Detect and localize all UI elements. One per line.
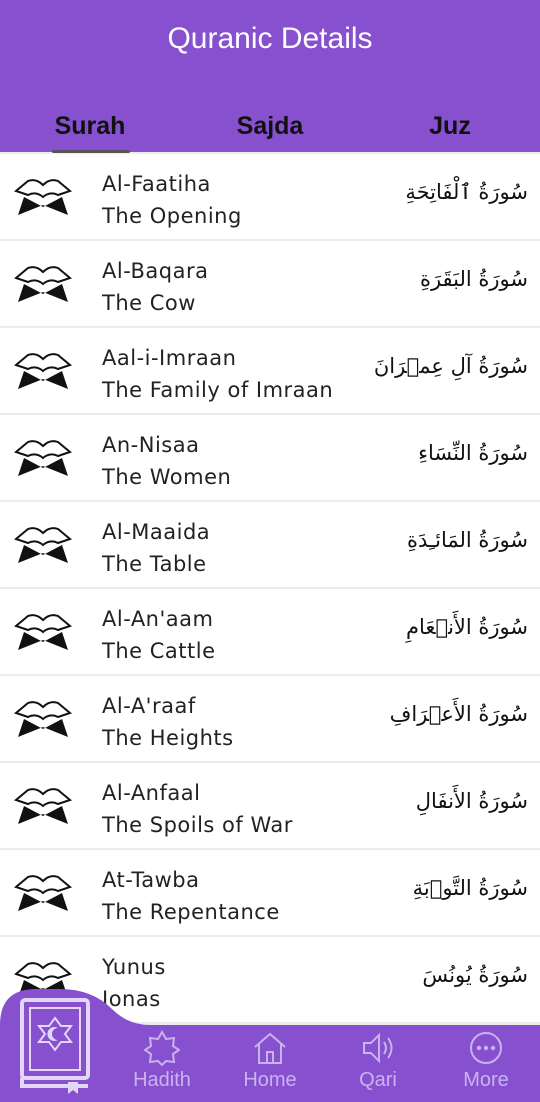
surah-meaning: The Table bbox=[102, 552, 207, 576]
list-item[interactable]: Aal-i-Imraan The Family of Imraan سُورَة… bbox=[0, 328, 540, 413]
surah-meaning: The Women bbox=[102, 465, 232, 489]
list-item[interactable]: Al-Faatiha The Opening سُورَةُ ٱلْفَاتِح… bbox=[0, 154, 540, 239]
open-book-icon bbox=[14, 701, 72, 737]
surah-arabic-name: سُورَةُ الأَنفَالِ bbox=[415, 789, 528, 813]
list-item[interactable]: Al-Baqara The Cow سُورَةُ البَقَرَةِ bbox=[0, 241, 540, 326]
surah-meaning: The Cattle bbox=[102, 639, 216, 663]
tab-bar: Surah Sajda Juz bbox=[0, 112, 540, 153]
surah-arabic-name: سُورَةُ آلِ عِمۡرَانَ bbox=[373, 354, 528, 378]
tab-juz[interactable]: Juz bbox=[360, 112, 540, 141]
surah-arabic-name: سُورَةُ الأَعۡرَافِ bbox=[389, 702, 528, 726]
surah-arabic-name: سُورَةُ التَّوۡبَةِ bbox=[412, 876, 528, 900]
surah-name: At-Tawba bbox=[102, 868, 200, 892]
open-book-icon bbox=[14, 527, 72, 563]
tab-surah[interactable]: Surah bbox=[0, 112, 180, 141]
active-tab-indicator bbox=[52, 150, 130, 153]
nav-label-hadith: Hadith bbox=[133, 1069, 191, 1091]
nav-qari[interactable]: Qari bbox=[328, 1030, 428, 1092]
surah-name: Al-Faatiha bbox=[102, 172, 211, 196]
surah-name: Al-A'raaf bbox=[102, 694, 196, 718]
surah-name: An-Nisaa bbox=[102, 433, 200, 457]
list-item[interactable]: Al-Maaida The Table سُورَةُ المَائـِدَةِ bbox=[0, 502, 540, 587]
surah-arabic-name: سُورَةُ ٱلْفَاتِحَةِ bbox=[405, 180, 528, 204]
surah-name: Al-Baqara bbox=[102, 259, 209, 283]
nav-label-more: More bbox=[463, 1069, 509, 1091]
surah-meaning: The Cow bbox=[102, 291, 196, 315]
page-title: Quranic Details bbox=[167, 22, 373, 55]
open-book-icon bbox=[14, 179, 72, 215]
surah-name: Al-Anfaal bbox=[102, 781, 201, 805]
nav-home[interactable]: Home bbox=[220, 1030, 320, 1092]
speaker-icon bbox=[363, 1032, 393, 1064]
list-item[interactable]: Al-A'raaf The Heights سُورَةُ الأَعۡرَاف… bbox=[0, 676, 540, 761]
open-book-icon bbox=[14, 614, 72, 650]
nav-label-qari: Qari bbox=[359, 1069, 397, 1091]
surah-meaning: The Heights bbox=[102, 726, 234, 750]
quran-book-icon[interactable] bbox=[18, 996, 92, 1094]
home-icon bbox=[254, 1032, 286, 1064]
surah-name: Al-An'aam bbox=[102, 607, 214, 631]
open-book-icon bbox=[14, 875, 72, 911]
app-header: Quranic Details Surah Sajda Juz bbox=[0, 0, 540, 153]
surah-meaning: The Spoils of War bbox=[102, 813, 293, 837]
open-book-icon bbox=[14, 266, 72, 302]
open-book-icon bbox=[14, 440, 72, 476]
open-book-icon bbox=[14, 353, 72, 389]
list-item[interactable]: Al-An'aam The Cattle سُورَةُ الأَنۡعَامِ bbox=[0, 589, 540, 674]
nav-more[interactable]: More bbox=[436, 1030, 536, 1092]
nav-hadith[interactable]: Hadith bbox=[112, 1030, 212, 1092]
more-icon bbox=[470, 1032, 502, 1064]
list-item[interactable]: Al-Anfaal The Spoils of War سُورَةُ الأَ… bbox=[0, 763, 540, 848]
surah-name: Yunus bbox=[102, 955, 166, 979]
tab-sajda[interactable]: Sajda bbox=[180, 112, 360, 141]
surah-name: Al-Maaida bbox=[102, 520, 211, 544]
surah-name: Aal-i-Imraan bbox=[102, 346, 237, 370]
list-item[interactable]: An-Nisaa The Women سُورَةُ النِّسَاءِ bbox=[0, 415, 540, 500]
surah-arabic-name: سُورَةُ البَقَرَةِ bbox=[419, 267, 528, 291]
surah-meaning: The Repentance bbox=[102, 900, 280, 924]
surah-meaning: The Family of Imraan bbox=[102, 378, 334, 402]
surah-arabic-name: سُورَةُ الأَنۡعَامِ bbox=[405, 615, 528, 639]
star-icon bbox=[144, 1030, 180, 1066]
list-item[interactable]: At-Tawba The Repentance سُورَةُ التَّوۡب… bbox=[0, 850, 540, 935]
surah-meaning: The Opening bbox=[102, 204, 242, 228]
nav-label-home: Home bbox=[243, 1069, 297, 1091]
surah-arabic-name: سُورَةُ النِّسَاءِ bbox=[418, 441, 528, 465]
surah-list[interactable]: Al-Faatiha The Opening سُورَةُ ٱلْفَاتِح… bbox=[0, 154, 540, 1024]
surah-arabic-name: سُورَةُ يُونُسَ bbox=[422, 963, 528, 987]
surah-arabic-name: سُورَةُ المَائـِدَةِ bbox=[406, 528, 528, 552]
open-book-icon bbox=[14, 788, 72, 824]
